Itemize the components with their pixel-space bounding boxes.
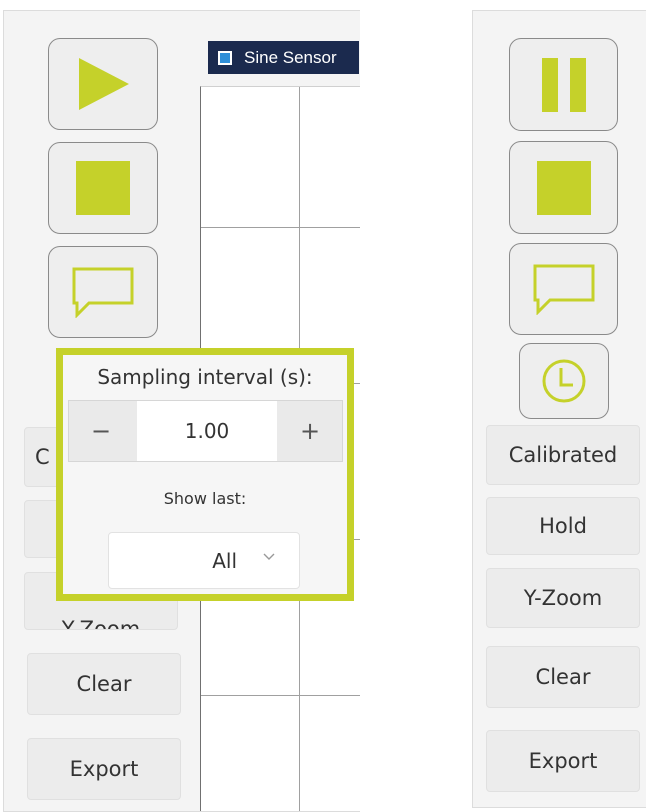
export-button-right[interactable]: Export: [486, 730, 640, 792]
y-zoom-button-label: Y-Zoom: [61, 617, 141, 630]
minus-label: −: [90, 417, 112, 445]
timer-button[interactable]: [519, 343, 609, 419]
sampling-popup: Sampling interval (s): − + Show last: Al…: [56, 348, 354, 601]
plus-label: +: [299, 417, 321, 445]
clear-label: Clear: [535, 665, 591, 689]
stop-icon: [536, 160, 591, 215]
clear-button-label: Clear: [76, 672, 132, 696]
show-last-value: All: [212, 549, 237, 573]
show-last-label: Show last:: [163, 489, 247, 508]
clock-icon: [542, 359, 586, 403]
sampling-interval-input[interactable]: [137, 401, 277, 461]
sampling-interval-stepper: − +: [68, 400, 343, 462]
decrement-button[interactable]: −: [69, 401, 133, 461]
stop-button[interactable]: [48, 142, 158, 234]
export-label: Export: [528, 749, 598, 773]
y-zoom-label: Y-Zoom: [523, 586, 603, 610]
calibrated-button-label: C: [35, 445, 50, 469]
y-zoom-button-right[interactable]: Y-Zoom: [486, 568, 640, 628]
grid-line-horizontal: [201, 695, 360, 696]
export-button-label: Export: [69, 757, 139, 781]
pause-button[interactable]: [509, 38, 618, 131]
series-legend[interactable]: Sine Sensor: [208, 41, 359, 74]
annotate-button[interactable]: [48, 246, 158, 338]
clear-button-right[interactable]: Clear: [486, 646, 640, 708]
legend-checkbox[interactable]: [218, 50, 232, 65]
calibrated-label: Calibrated: [508, 443, 618, 467]
stop-button-right[interactable]: [509, 141, 618, 234]
play-button[interactable]: [48, 38, 158, 130]
speech-bubble-icon: [72, 267, 134, 318]
annotate-button-right[interactable]: [509, 243, 618, 335]
stop-icon: [76, 161, 130, 215]
speech-bubble-icon: [533, 264, 594, 315]
pause-icon: [541, 57, 586, 112]
legend-label: Sine Sensor: [244, 47, 337, 67]
chevron-down-icon: [263, 553, 275, 560]
calibrated-button-right[interactable]: Calibrated: [486, 425, 640, 485]
increment-button[interactable]: +: [278, 401, 342, 461]
play-icon: [79, 58, 129, 110]
export-button[interactable]: Export: [27, 738, 181, 800]
sampling-interval-label: Sampling interval (s):: [97, 365, 313, 389]
grid-line-horizontal: [201, 227, 360, 228]
hold-label: Hold: [539, 514, 587, 538]
show-last-select[interactable]: All: [108, 532, 300, 589]
clear-button[interactable]: Clear: [27, 653, 181, 715]
hold-button-right[interactable]: Hold: [486, 497, 640, 555]
